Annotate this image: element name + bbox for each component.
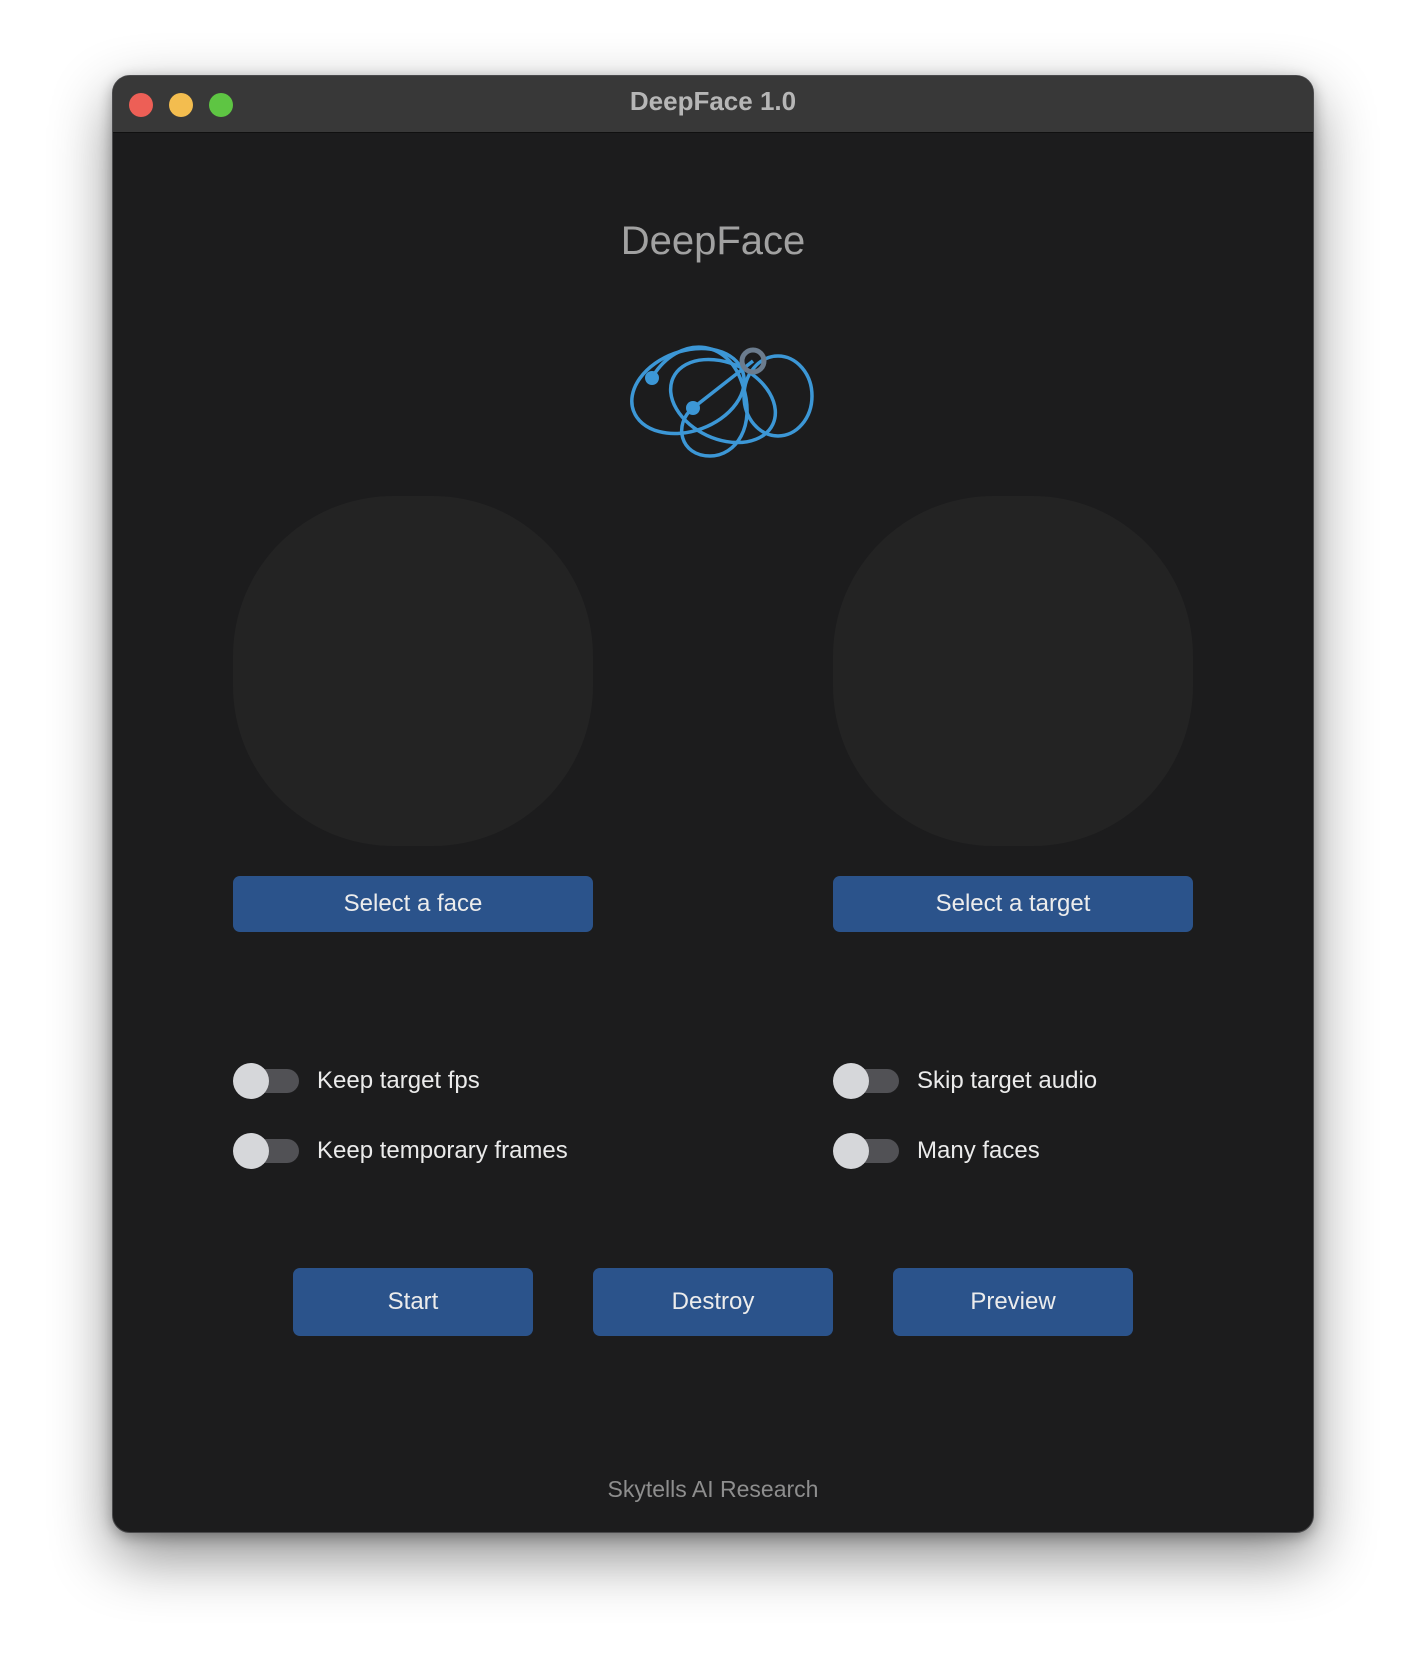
window-title: DeepFace 1.0 — [629, 86, 797, 116]
app-window: DeepFace 1.0 DeepFace Select a face Sele… — [112, 75, 1314, 1533]
toggle-knob — [833, 1133, 869, 1169]
skip-target-audio-label: Skip target audio — [917, 1067, 1098, 1094]
many-faces-label: Many faces — [917, 1137, 1040, 1164]
face-image-drop-zone[interactable] — [233, 496, 593, 846]
skip-target-audio-toggle[interactable] — [833, 1063, 901, 1099]
keep-temporary-frames-toggle[interactable] — [233, 1133, 301, 1169]
destroy-button[interactable]: Destroy — [593, 1268, 833, 1336]
keep-target-fps-label: Keep target fps — [317, 1067, 480, 1094]
footer-credit: Skytells AI Research — [607, 1476, 819, 1502]
toggle-knob — [833, 1063, 869, 1099]
start-button[interactable]: Start — [293, 1268, 533, 1336]
keep-target-fps-toggle[interactable] — [233, 1063, 301, 1099]
orbit-logo-icon — [630, 345, 814, 458]
app-title: DeepFace — [620, 219, 806, 263]
select-target-button[interactable]: Select a target — [833, 876, 1193, 932]
preview-button[interactable]: Preview — [893, 1268, 1133, 1336]
select-face-button[interactable]: Select a face — [233, 876, 593, 932]
toggle-knob — [233, 1063, 269, 1099]
target-image-drop-zone[interactable] — [833, 496, 1193, 846]
keep-temporary-frames-label: Keep temporary frames — [317, 1137, 568, 1164]
title-bar[interactable]: DeepFace 1.0 — [113, 76, 1313, 133]
toggle-knob — [233, 1133, 269, 1169]
many-faces-toggle[interactable] — [833, 1133, 901, 1169]
